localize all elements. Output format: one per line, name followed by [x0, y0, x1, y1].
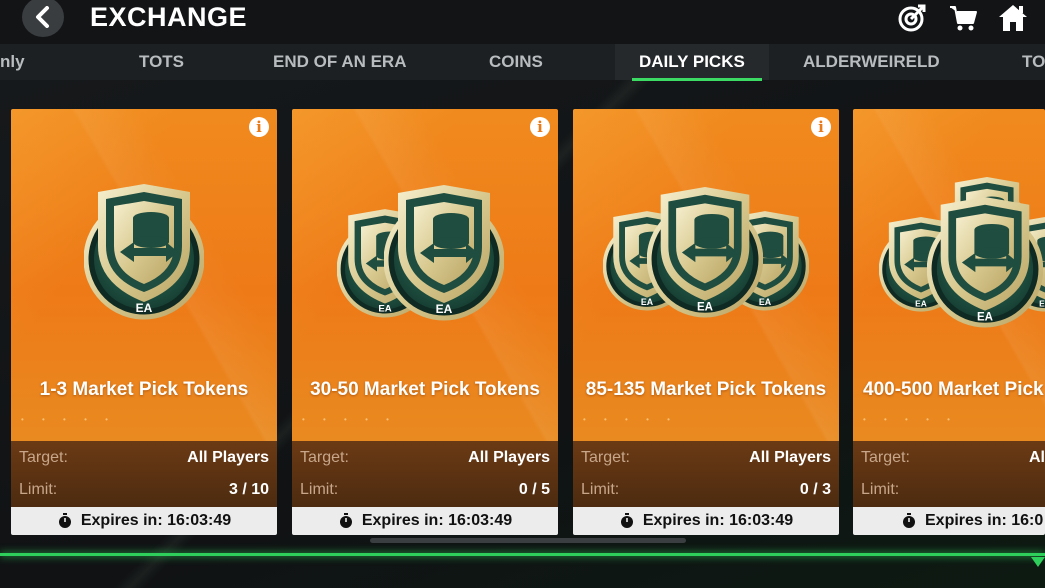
target-row: Target: All Players: [11, 449, 277, 477]
limit-row: Limit:: [853, 481, 1045, 509]
limit-row: Limit: 0 / 5: [292, 481, 558, 509]
target-icon[interactable]: [897, 3, 927, 33]
tab-partial-left[interactable]: nly: [0, 44, 25, 80]
limit-row: Limit: 3 / 10: [11, 481, 277, 509]
back-button[interactable]: [22, 0, 64, 37]
decorative-dots: • • • • •: [302, 415, 397, 424]
limit-value: 3 / 10: [228, 481, 269, 498]
target-label: Target:: [300, 449, 349, 466]
stopwatch-icon: [339, 513, 352, 528]
expiry-timer: Expires in: 16:03:49: [292, 507, 558, 535]
ea-logo: EA: [436, 302, 453, 316]
pick-card[interactable]: i EA EA 30-50 Market Pick Tokens • • • •…: [292, 109, 558, 535]
limit-value: 0 / 3: [799, 481, 831, 498]
card-details: Target: Al Limit:: [853, 441, 1045, 507]
expiry-text: Expires in: 16:03:49: [642, 512, 794, 529]
info-icon[interactable]: i: [530, 117, 550, 137]
expiry-text: Expires in: 16:0: [925, 512, 1044, 529]
limit-label: Limit:: [581, 481, 620, 498]
bottom-accent-line: [0, 553, 1045, 556]
decorative-dots: • • • • •: [21, 415, 116, 424]
home-icon[interactable]: [998, 3, 1028, 33]
card-title: 1-3 Market Pick Tokens: [39, 379, 249, 400]
horizontal-scrollbar[interactable]: [370, 538, 686, 543]
target-value: All Players: [187, 449, 269, 466]
tab-coins[interactable]: COINS: [489, 44, 543, 80]
card-artwork: EA EA EA EA 400-500 Market Pick • • • • …: [853, 109, 1045, 441]
card-title: 85-135 Market Pick Tokens: [585, 379, 827, 400]
triangle-down-icon: [1031, 557, 1045, 567]
card-details: Target: All Players Limit: 3 / 10: [11, 441, 277, 507]
tab-daily-picks[interactable]: DAILY PICKS: [615, 44, 769, 80]
target-row: Target: Al: [853, 449, 1045, 477]
market-pick-token-icon: EA: [927, 197, 1043, 328]
stopwatch-icon: [58, 513, 71, 528]
market-pick-token-icon: EA: [384, 185, 504, 321]
expiry-timer: Expires in: 16:03:49: [11, 507, 277, 535]
target-value: Al: [1029, 449, 1045, 466]
top-bar: EXCHANGE: [0, 0, 1045, 40]
limit-row: Limit: 0 / 3: [573, 481, 839, 509]
limit-label: Limit:: [300, 481, 339, 498]
decorative-dots: • • • • •: [583, 415, 678, 424]
ea-logo: EA: [136, 301, 153, 315]
tab-bar: nly TOTS END OF AN ERA COINS DAILY PICKS…: [0, 44, 1045, 80]
target-row: Target: All Players: [573, 449, 839, 477]
active-tab-indicator: [632, 78, 762, 81]
target-value: All Players: [468, 449, 550, 466]
card-details: Target: All Players Limit: 0 / 3: [573, 441, 839, 507]
tab-partial-right[interactable]: TO: [1022, 44, 1045, 80]
expiry-timer: Expires in: 16:03:49: [573, 507, 839, 535]
page-title: EXCHANGE: [90, 2, 248, 32]
card-artwork: i EA EA 30-50 Market Pick Tokens • • • •…: [292, 109, 558, 441]
expiry-text: Expires in: 16:03:49: [361, 512, 513, 529]
expiry-text: Expires in: 16:03:49: [80, 512, 232, 529]
tab-end-of-an-era[interactable]: END OF AN ERA: [273, 44, 407, 80]
target-value: All Players: [749, 449, 831, 466]
limit-label: Limit:: [861, 481, 900, 498]
info-icon[interactable]: i: [249, 117, 269, 137]
cart-icon[interactable]: [948, 3, 978, 33]
card-details: Target: All Players Limit: 0 / 5: [292, 441, 558, 507]
stopwatch-icon: [903, 513, 915, 528]
card-artwork: i EA EA EA 85-135 Market Pick Tokens • •…: [573, 109, 839, 441]
pick-card[interactable]: i EA 1-3 Market Pick Tokens • • • • • Ta…: [11, 109, 277, 535]
market-pick-token-icon: EA: [84, 184, 204, 320]
decorative-dots: • • • • •: [863, 415, 958, 424]
target-row: Target: All Players: [292, 449, 558, 477]
target-label: Target:: [581, 449, 630, 466]
limit-label: Limit:: [19, 481, 58, 498]
info-icon[interactable]: i: [811, 117, 831, 137]
stopwatch-icon: [620, 513, 633, 528]
card-artwork: i EA 1-3 Market Pick Tokens • • • • •: [11, 109, 277, 441]
target-label: Target:: [19, 449, 68, 466]
ea-logo: EA: [697, 301, 714, 313]
card-title: 400-500 Market Pick: [863, 379, 1044, 400]
tab-tots[interactable]: TOTS: [139, 44, 184, 80]
market-pick-token-icon: EA: [647, 187, 763, 318]
card-title: 30-50 Market Pick Tokens: [310, 379, 540, 400]
chevron-left-icon: [36, 6, 49, 28]
target-label: Target:: [861, 449, 910, 466]
pick-card[interactable]: i EA EA EA 85-135 Market Pick Tokens • •…: [573, 109, 839, 535]
ea-logo: EA: [915, 298, 927, 308]
expiry-timer: Expires in: 16:0: [853, 507, 1045, 535]
ea-logo: EA: [977, 311, 994, 323]
tab-alderweireld[interactable]: ALDERWEIRELD: [803, 44, 940, 80]
limit-value: 0 / 5: [518, 481, 550, 498]
pick-card[interactable]: EA EA EA EA 400-500 Market Pick • • • • …: [853, 109, 1045, 535]
